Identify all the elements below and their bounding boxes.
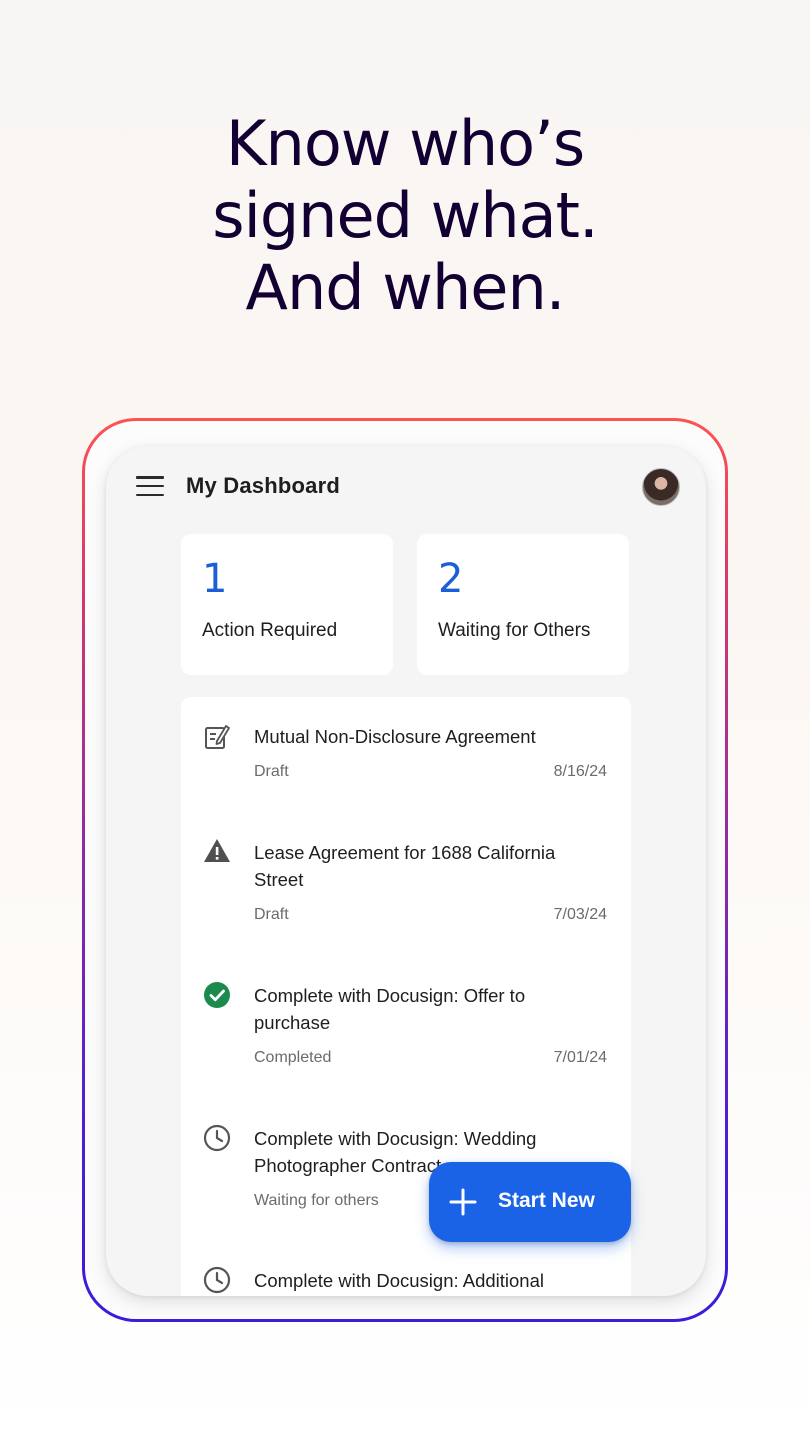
edit-document-icon — [205, 725, 230, 749]
document-status: Waiting for others — [254, 1192, 379, 1209]
list-item[interactable]: Complete with Docusign: Additional — [181, 1263, 631, 1296]
list-item[interactable]: Complete with Docusign: Offer to purchas… — [181, 978, 631, 1098]
stat-label: Action Required — [202, 620, 338, 641]
document-status: Draft — [254, 906, 289, 923]
stat-card-waiting-for-others[interactable]: 2 Waiting for Others — [417, 534, 629, 675]
clock-icon — [203, 1266, 231, 1294]
stat-count: 2 — [438, 556, 464, 602]
document-status: Completed — [254, 1049, 332, 1066]
document-status: Draft — [254, 763, 289, 780]
document-date: 8/16/24 — [553, 763, 607, 780]
device-frame-gradient-border: My Dashboard 1 Action Required 2 Waiting… — [82, 418, 728, 1322]
headline-line-3: And when. — [245, 251, 566, 324]
start-new-button[interactable]: Start New — [429, 1162, 631, 1242]
list-item[interactable]: Mutual Non-Disclosure Agreement Draft 8/… — [181, 719, 631, 819]
document-name: Complete with Docusign: Additional — [254, 1270, 544, 1291]
document-name: Complete with Docusign: Offer to purchas… — [254, 985, 526, 1033]
document-date: 7/01/24 — [553, 1049, 607, 1066]
list-item[interactable]: Lease Agreement for 1688 California Stre… — [181, 835, 631, 955]
app-top-bar: My Dashboard — [106, 446, 706, 528]
headline-line-1: Know who’s — [225, 107, 585, 180]
document-name: Lease Agreement for 1688 California Stre… — [254, 842, 556, 890]
warning-icon — [204, 839, 230, 862]
stat-label: Waiting for Others — [438, 620, 591, 641]
document-name: Mutual Non-Disclosure Agreement — [254, 726, 536, 747]
page-title: My Dashboard — [186, 473, 340, 498]
check-circle-icon — [204, 982, 230, 1008]
document-date: 7/03/24 — [553, 906, 607, 923]
headline-line-2: signed what. — [212, 179, 598, 252]
start-new-label: Start New — [498, 1189, 595, 1212]
stat-card-action-required[interactable]: 1 Action Required — [181, 534, 393, 675]
stat-count: 1 — [202, 556, 228, 602]
clock-icon — [203, 1124, 231, 1152]
plus-icon — [449, 1188, 477, 1216]
hamburger-menu-icon[interactable] — [136, 476, 164, 496]
user-avatar[interactable] — [642, 468, 680, 506]
headline: Know who’s signed what. And when. — [0, 108, 810, 324]
